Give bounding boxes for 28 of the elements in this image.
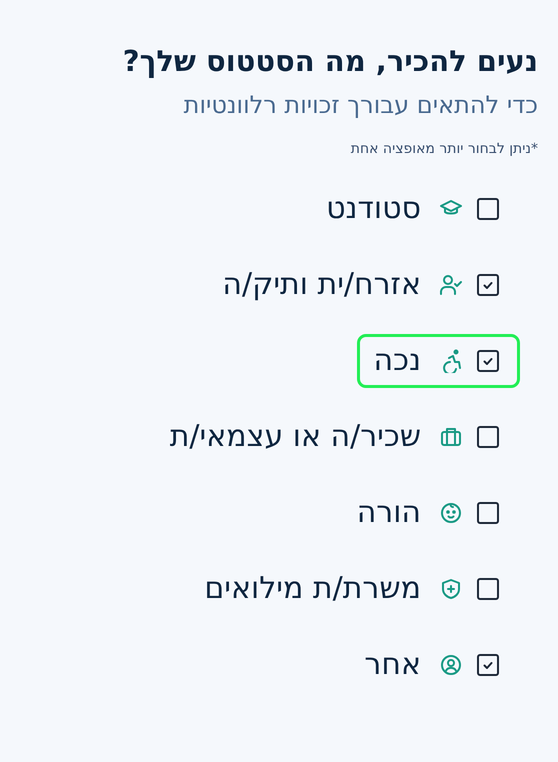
checkbox[interactable] (477, 274, 499, 296)
option-label: נכה (374, 343, 421, 378)
checkbox-option[interactable]: שכיר/ה או עצמאי/ת (152, 410, 520, 464)
option-label: אזרח/ית ותיק/ה (222, 267, 421, 302)
checkbox[interactable] (477, 350, 499, 372)
checkbox[interactable] (477, 426, 499, 448)
user-circle-icon (439, 652, 463, 677)
checkbox[interactable] (477, 578, 499, 600)
shield-plus-icon (439, 576, 463, 601)
note-text: *ניתן לבחור יותר מאופציה אחת (350, 140, 538, 157)
checkbox[interactable] (477, 654, 499, 676)
option-label: משרת/ת מילואים (204, 571, 421, 606)
person-check-icon (439, 272, 463, 297)
option-label: הורה (356, 495, 421, 530)
option-label: אחר (364, 647, 421, 682)
checkbox-option[interactable]: משרת/ת מילואים (187, 562, 520, 616)
subtitle: כדי להתאים עבורך זכויות רלוונטיות (182, 90, 538, 119)
checkbox-option[interactable]: הורה (340, 486, 520, 540)
baby-face-icon (439, 500, 463, 525)
option-label: שכיר/ה או עצמאי/ת (170, 419, 421, 454)
option-label: סטודנט (326, 191, 421, 226)
checkbox[interactable] (477, 198, 499, 220)
checkbox-option[interactable]: נכה (356, 334, 520, 388)
checkbox-option[interactable]: אחר (347, 638, 520, 692)
page-title: נעים להכיר, מה הסטטוס שלך? (122, 44, 538, 79)
checkbox-option[interactable]: אזרח/ית ותיק/ה (205, 258, 520, 312)
checkbox-option[interactable]: סטודנט (309, 182, 520, 236)
checkbox[interactable] (477, 502, 499, 524)
